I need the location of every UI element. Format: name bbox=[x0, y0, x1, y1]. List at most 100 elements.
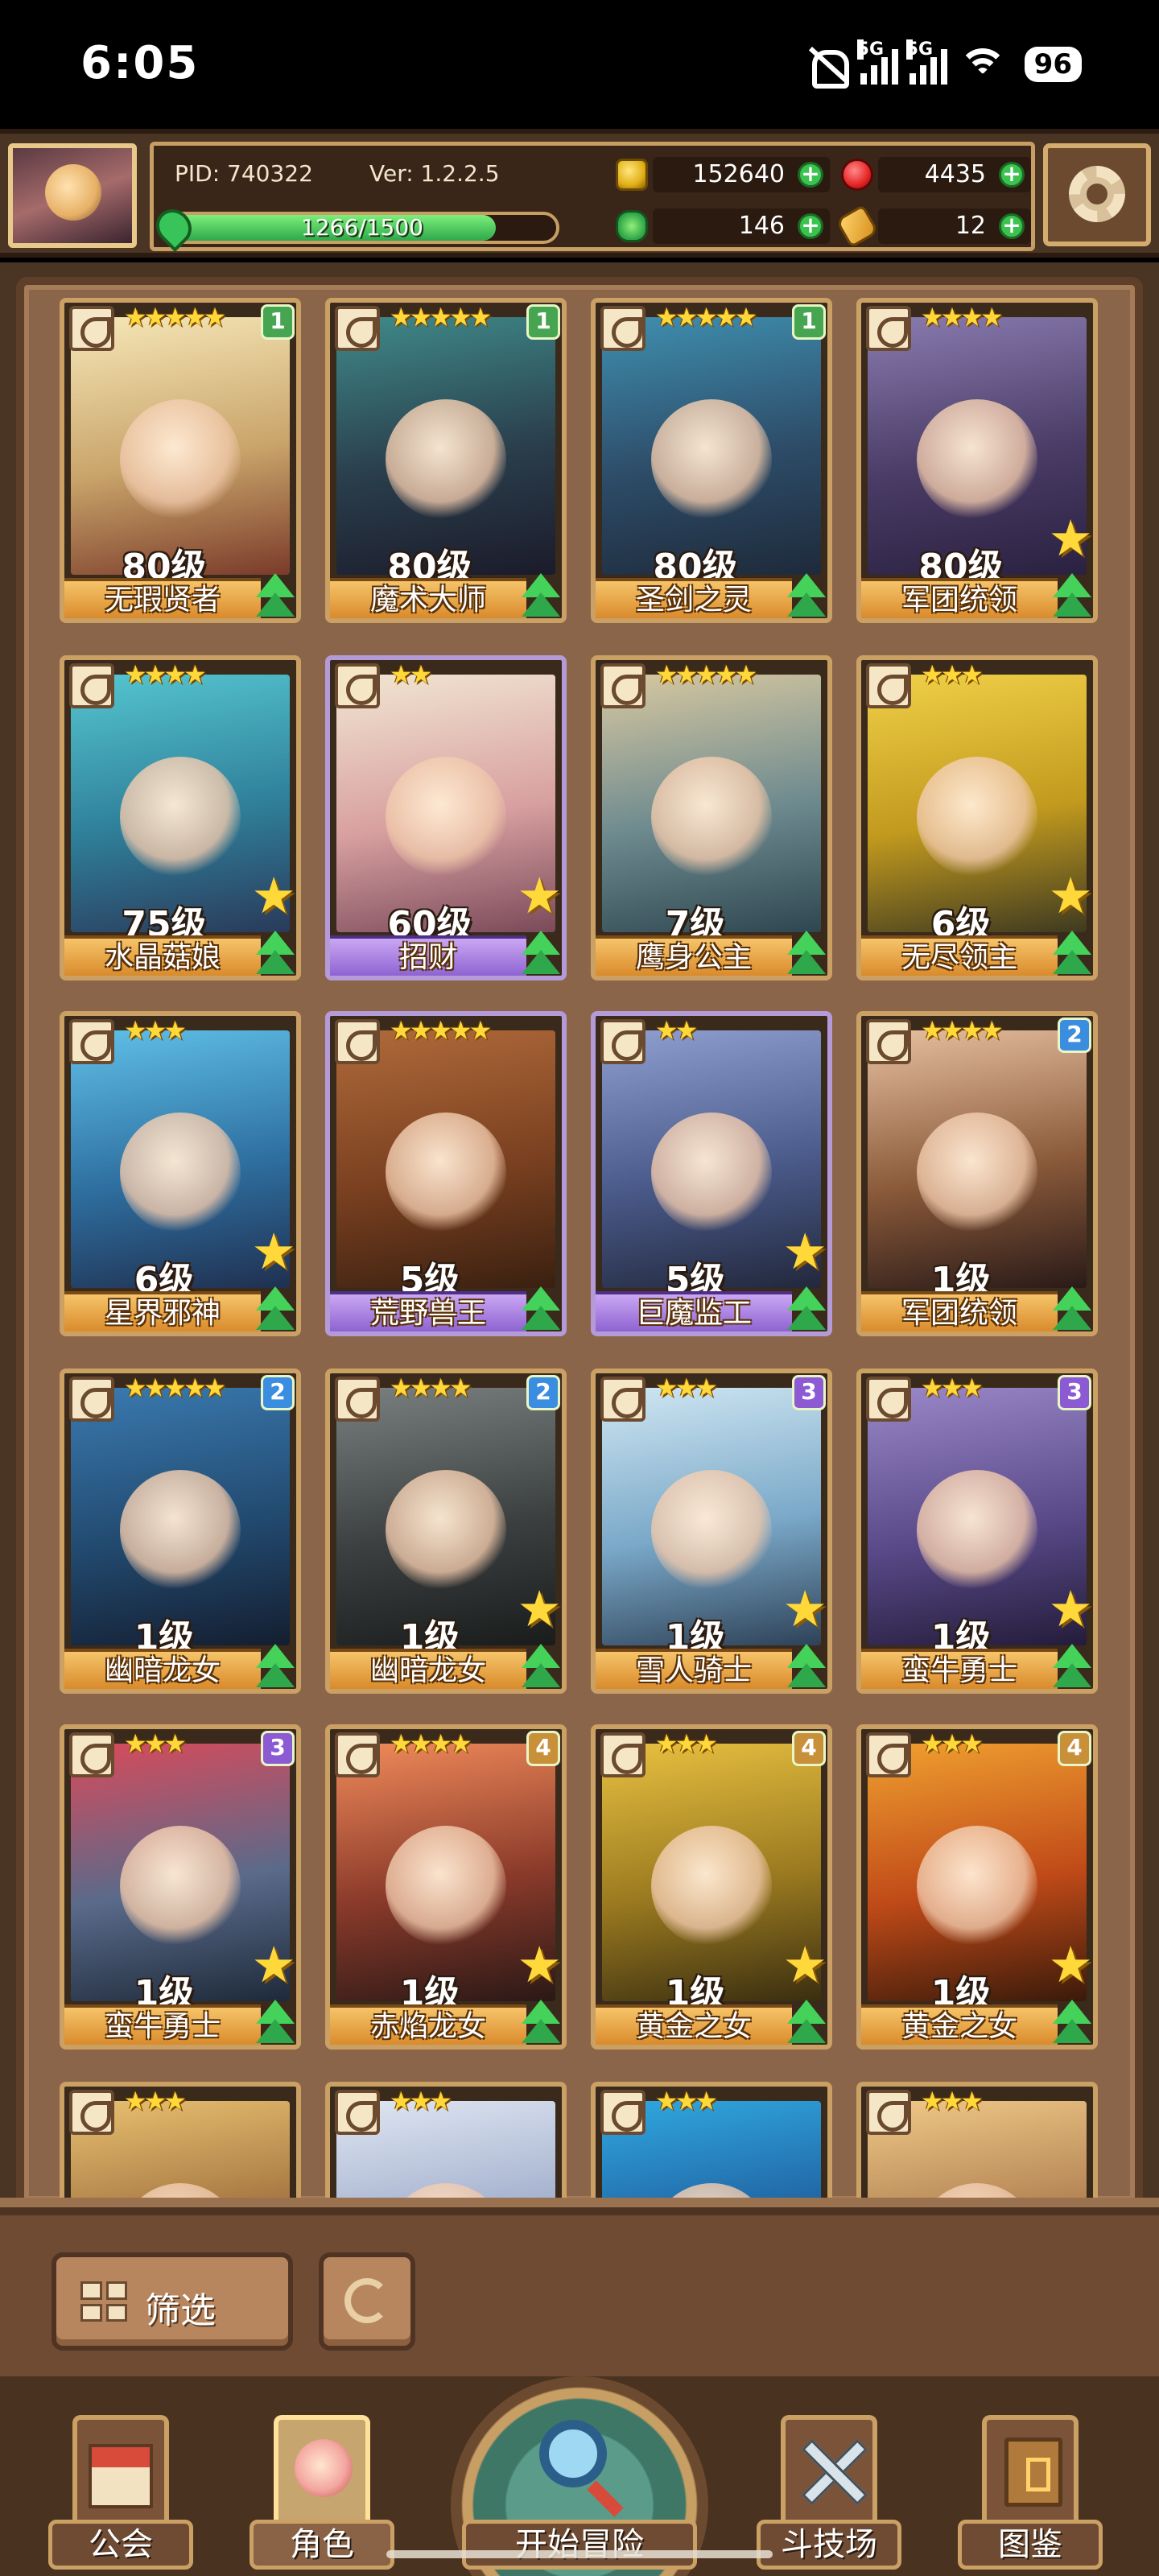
upgrade-arrow-icon bbox=[1048, 1286, 1096, 1336]
character-card[interactable]: ★★★★★ 1 80级 圣剑之灵 bbox=[591, 298, 832, 623]
character-card[interactable]: ★★★★ 4 1级 ★ 赤焰龙女 bbox=[325, 1724, 567, 2050]
nav-codex[interactable]: 图鉴 bbox=[958, 2409, 1103, 2576]
character-name: 黄金之女 bbox=[861, 2004, 1058, 2045]
character-card[interactable]: ★★★★★ 7级 鹰身公主 bbox=[591, 655, 832, 980]
player-id: PID: 740322 bbox=[175, 160, 313, 187]
status-bar: 6:05 5G 5G 96 bbox=[0, 0, 1159, 129]
class-icon bbox=[335, 1377, 380, 1422]
nav-role[interactable]: 角色 bbox=[250, 2409, 394, 2576]
guild-icon bbox=[72, 2415, 169, 2520]
character-card[interactable]: ★★★ bbox=[591, 2082, 832, 2214]
character-card[interactable]: ★★★ 4 1级 ★ 黄金之女 bbox=[591, 1724, 832, 2050]
rarity-stars: ★★★★★ bbox=[655, 659, 757, 690]
character-name: 星界邪神 bbox=[64, 1291, 261, 1331]
class-icon bbox=[600, 306, 645, 351]
experience-text: 1266/1500 bbox=[301, 214, 423, 241]
favorite-star-icon: ★ bbox=[517, 866, 562, 925]
add-clovers-button[interactable]: + bbox=[798, 213, 823, 239]
tier-badge: 3 bbox=[261, 1731, 295, 1766]
add-coins-button[interactable]: + bbox=[798, 162, 823, 188]
player-avatar[interactable] bbox=[8, 143, 137, 248]
favorite-star-icon: ★ bbox=[251, 1222, 296, 1281]
nav-arena-label: 斗技场 bbox=[757, 2520, 901, 2570]
character-card[interactable]: ★★★ 6级 ★ 无尽领主 bbox=[856, 655, 1098, 980]
rarity-stars: ★★★★★ bbox=[390, 302, 492, 332]
start-adventure-button[interactable]: 开始冒险 bbox=[451, 2376, 708, 2576]
upgrade-arrow-icon bbox=[782, 2000, 831, 2050]
character-portrait bbox=[71, 1388, 290, 1645]
upgrade-arrow-icon bbox=[782, 1286, 831, 1336]
character-card[interactable]: ★★★★★ 2 1级 幽暗龙女 bbox=[60, 1368, 301, 1694]
favorite-star-icon: ★ bbox=[1048, 1935, 1093, 1994]
nav-codex-label: 图鉴 bbox=[958, 2520, 1103, 2570]
character-card[interactable]: ★★★★★ 1 80级 无瑕贤者 bbox=[60, 298, 301, 623]
favorite-star-icon: ★ bbox=[1048, 1579, 1093, 1638]
favorite-star-icon: ★ bbox=[251, 1935, 296, 1994]
upgrade-arrow-icon bbox=[251, 931, 299, 980]
upgrade-arrow-icon bbox=[517, 1286, 565, 1336]
character-card[interactable]: ★★★ bbox=[325, 2082, 567, 2214]
tier-badge: 2 bbox=[526, 1375, 560, 1410]
rarity-stars: ★★★★ bbox=[390, 1373, 472, 1403]
network-type-label: 5G bbox=[856, 39, 885, 60]
add-rubies-button[interactable]: + bbox=[999, 162, 1025, 188]
character-card[interactable]: ★★★ 3 1级 ★ 雪人骑士 bbox=[591, 1368, 832, 1694]
character-card[interactable]: ★★★ 3 1级 ★ 蛮牛勇士 bbox=[856, 1368, 1098, 1694]
ruby-icon bbox=[841, 159, 873, 191]
character-card[interactable]: ★★ 60级 ★ 招财 bbox=[325, 655, 567, 980]
filter-button[interactable]: 筛选 bbox=[52, 2252, 293, 2351]
resource-bar: PID: 740322 Ver: 1.2.2.5 1266/1500 15264… bbox=[0, 129, 1159, 258]
class-icon bbox=[866, 2090, 911, 2135]
class-icon bbox=[600, 1732, 645, 1777]
status-icons: 5G 5G 96 bbox=[804, 39, 1082, 89]
favorite-star-icon: ★ bbox=[251, 866, 296, 925]
character-name: 赤焰龙女 bbox=[330, 2004, 526, 2045]
character-card[interactable]: ★★★ bbox=[856, 2082, 1098, 2214]
character-card[interactable]: ★★★ bbox=[60, 2082, 301, 2214]
class-icon bbox=[600, 663, 645, 708]
class-icon bbox=[69, 2090, 114, 2135]
tier-badge: 2 bbox=[1058, 1018, 1091, 1053]
rarity-stars: ★★★ bbox=[124, 1015, 187, 1046]
character-name: 军团统领 bbox=[861, 1291, 1058, 1331]
class-icon bbox=[335, 1732, 380, 1777]
character-name: 荒野兽王 bbox=[330, 1291, 526, 1331]
character-card[interactable]: ★★★ 6级 ★ 星界邪神 bbox=[60, 1011, 301, 1336]
character-card[interactable]: ★★★ 3 1级 ★ 蛮牛勇士 bbox=[60, 1724, 301, 2050]
clock: 6:05 bbox=[80, 37, 200, 89]
rarity-stars: ★★★ bbox=[921, 659, 984, 690]
character-card[interactable]: ★★★★ 2 1级 军团统领 bbox=[856, 1011, 1098, 1336]
character-grid[interactable]: ★★★★★ 1 80级 无瑕贤者 ★★★★★ 1 80级 魔术大师 ★★★★★ 1 80级 圣剑之灵 ★… bbox=[47, 298, 1117, 2214]
character-card[interactable]: ★★ 5级 ★ 巨魔监工 bbox=[591, 1011, 832, 1336]
home-indicator[interactable] bbox=[386, 2550, 773, 2558]
tier-badge: 4 bbox=[1058, 1731, 1091, 1766]
character-card[interactable]: ★★★★ 80级 ★ 军团统领 bbox=[856, 298, 1098, 623]
clover-counter: 146 + bbox=[616, 208, 830, 244]
rarity-stars: ★★★★ bbox=[390, 1728, 472, 1759]
coin-counter: 152640 + bbox=[616, 157, 830, 192]
class-icon bbox=[335, 306, 380, 351]
add-scrolls-button[interactable]: + bbox=[999, 213, 1025, 239]
character-name: 魔术大师 bbox=[330, 578, 526, 618]
character-card[interactable]: ★★★★★ 5级 荒野兽王 bbox=[325, 1011, 567, 1336]
grid-icon bbox=[80, 2281, 127, 2322]
refresh-button[interactable] bbox=[319, 2252, 415, 2351]
character-card[interactable]: ★★★★ 2 1级 ★ 幽暗龙女 bbox=[325, 1368, 567, 1694]
network-type-label: 5G bbox=[905, 39, 934, 60]
character-name: 蛮牛勇士 bbox=[64, 2004, 261, 2045]
character-icon bbox=[274, 2415, 370, 2520]
nav-guild[interactable]: 公会 bbox=[48, 2409, 193, 2576]
tier-badge: 3 bbox=[1058, 1375, 1091, 1410]
favorite-star-icon: ★ bbox=[517, 1579, 562, 1638]
upgrade-arrow-icon bbox=[782, 1644, 831, 1694]
upgrade-arrow-icon bbox=[1048, 931, 1096, 980]
character-card[interactable]: ★★★ 4 1级 ★ 黄金之女 bbox=[856, 1724, 1098, 2050]
nav-arena[interactable]: 斗技场 bbox=[757, 2409, 901, 2576]
rarity-stars: ★★★ bbox=[921, 1728, 984, 1759]
nav-role-label: 角色 bbox=[250, 2520, 394, 2570]
character-card[interactable]: ★★★★ 75级 ★ 水晶菇娘 bbox=[60, 655, 301, 980]
character-card[interactable]: ★★★★★ 1 80级 魔术大师 bbox=[325, 298, 567, 623]
settings-button[interactable] bbox=[1043, 143, 1151, 246]
favorite-star-icon: ★ bbox=[782, 1579, 827, 1638]
upgrade-arrow-icon bbox=[517, 1644, 565, 1694]
